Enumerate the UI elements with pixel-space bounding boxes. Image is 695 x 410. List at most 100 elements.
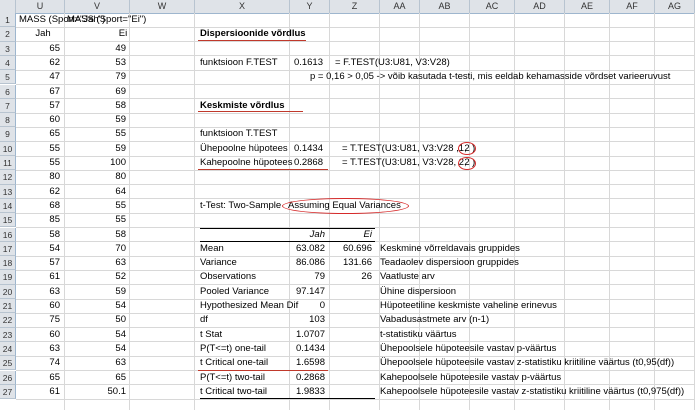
twotail-formula: = T.TEST(U3:U81, V3:V28, 2, bbox=[342, 157, 467, 168]
column-header-af[interactable]: AF bbox=[610, 0, 655, 13]
ei-value: 63 bbox=[115, 257, 126, 269]
ei-value: 52 bbox=[115, 271, 126, 283]
table-row-label: Mean bbox=[200, 242, 224, 254]
jah-value: 57 bbox=[49, 257, 60, 269]
table-row-note: Vaatluste arv bbox=[380, 271, 435, 283]
row-header-24[interactable]: 24 bbox=[0, 341, 16, 357]
jah-value: 75 bbox=[49, 314, 60, 326]
row-header-9[interactable]: 9 bbox=[0, 127, 16, 142]
ei-value: 64 bbox=[115, 185, 126, 197]
table-row-jah: 1.9833 bbox=[295, 385, 325, 397]
ei-value: 69 bbox=[115, 85, 126, 97]
row-header-22[interactable]: 22 bbox=[0, 313, 16, 328]
row-header-4[interactable]: 4 bbox=[0, 55, 16, 71]
table-row-jah: 103 bbox=[309, 314, 325, 326]
ttest-title-ellipse bbox=[282, 197, 409, 215]
row-header-3[interactable]: 3 bbox=[0, 41, 16, 56]
table-row-label: P(T<=t) two-tail bbox=[200, 371, 265, 383]
onetail-formula: = T.TEST(U3:U81, V3:V28 ,1, bbox=[342, 142, 467, 154]
row-header-6[interactable]: 6 bbox=[0, 84, 16, 99]
row-header-13[interactable]: 13 bbox=[0, 184, 16, 199]
row-header-27[interactable]: 27 bbox=[0, 384, 16, 400]
column-header-x[interactable]: X bbox=[195, 0, 290, 13]
jah-value: 62 bbox=[49, 185, 60, 197]
column-header-ad[interactable]: AD bbox=[515, 0, 565, 13]
ttest-label: funktsioon T.TEST bbox=[200, 128, 278, 140]
row-header-25[interactable]: 25 bbox=[0, 356, 16, 371]
column-header-ab[interactable]: AB bbox=[420, 0, 470, 13]
select-all-corner[interactable] bbox=[0, 0, 16, 13]
jah-value: 68 bbox=[49, 199, 60, 211]
table-row-note: Hüpoteetiline keskmiste vaheline erinevu… bbox=[380, 300, 557, 311]
ftest-note: p = 0,16 > 0,05 -> võib kasutada t-testi… bbox=[310, 71, 671, 83]
table-row-ei bbox=[332, 371, 372, 385]
ftest-formula: = F.TEST(U3:U81, V3:V28) bbox=[335, 56, 450, 68]
table-row-jah: 97.147 bbox=[295, 285, 325, 297]
table-row-label: Hypothesized Mean Dif bbox=[200, 300, 299, 311]
row-header-8[interactable]: 8 bbox=[0, 113, 16, 128]
ei-value: 63 bbox=[115, 357, 126, 369]
row-header-26[interactable]: 26 bbox=[0, 370, 16, 385]
table-row-jah: 1.6598 bbox=[295, 357, 325, 369]
ftest-label: funktsioon F.TEST bbox=[200, 56, 278, 68]
spreadsheet-grid[interactable]: U V W X Y Z AA AB AC AD AE AF AG 1 2 3 4 5 6 7 8 9 10 11 12 13 14 1… bbox=[0, 0, 695, 410]
row-header-11[interactable]: 11 bbox=[0, 156, 16, 171]
ei-value: 58 bbox=[115, 228, 126, 240]
table-row-ei: 60.696 bbox=[342, 242, 372, 254]
table-row-jah: 86.086 bbox=[295, 257, 325, 269]
column-header-v[interactable]: V bbox=[65, 0, 130, 13]
column-header-u[interactable]: U bbox=[16, 0, 65, 13]
table-row-ei: 26 bbox=[361, 271, 372, 283]
jah-value: 67 bbox=[49, 85, 60, 97]
means-underline bbox=[198, 111, 303, 113]
jah-header: Jah bbox=[35, 28, 51, 40]
column-header-ac[interactable]: AC bbox=[470, 0, 515, 13]
onetail-value: 0.1434 bbox=[293, 142, 323, 154]
column-header-ae[interactable]: AE bbox=[565, 0, 610, 13]
row-header-2[interactable]: 2 bbox=[0, 27, 16, 42]
table-row-label: t Stat bbox=[200, 328, 223, 340]
column-header-aa[interactable]: AA bbox=[380, 0, 420, 13]
ei-value: 54 bbox=[115, 342, 126, 354]
table-row-note: Teadaolev dispersioon gruppides bbox=[380, 257, 519, 269]
jah-value: 60 bbox=[49, 300, 60, 311]
table-row-note: Keskmine võrreldavais gruppides bbox=[380, 242, 520, 254]
twotail-value: 0.2868 bbox=[293, 157, 323, 168]
row-header-14[interactable]: 14 bbox=[0, 198, 16, 214]
row-header-16[interactable]: 16 bbox=[0, 227, 16, 242]
row-header-7[interactable]: 7 bbox=[0, 98, 16, 114]
table-row-note: Kahepoolsele hüpoteesile vastav z-statis… bbox=[380, 385, 685, 397]
table-row-jah: 79 bbox=[314, 271, 325, 283]
table-bottom-rule bbox=[200, 398, 375, 400]
row-header-19[interactable]: 19 bbox=[0, 270, 16, 285]
row-header-20[interactable]: 20 bbox=[0, 284, 16, 299]
row-header-1[interactable]: 1 bbox=[0, 13, 16, 28]
table-row-note: Ühepoolsele hüpoteesile vastav z-statist… bbox=[380, 357, 675, 369]
pvalue-two-tail-underline bbox=[198, 369, 328, 371]
row-header-10[interactable]: 10 bbox=[0, 141, 16, 156]
table-row-ei bbox=[332, 285, 372, 299]
ei-header: Ei bbox=[118, 28, 128, 40]
table-row-jah: 1.0707 bbox=[295, 328, 325, 340]
jah-value: 47 bbox=[49, 71, 60, 83]
row-header-15[interactable]: 15 bbox=[0, 213, 16, 228]
jah-value: 60 bbox=[49, 114, 60, 126]
ei-value: 50.1 bbox=[107, 385, 127, 397]
row-header-23[interactable]: 23 bbox=[0, 327, 16, 342]
column-header-ag[interactable]: AG bbox=[655, 0, 695, 13]
row-header-18[interactable]: 18 bbox=[0, 256, 16, 271]
column-header-z[interactable]: Z bbox=[330, 0, 380, 13]
dispersion-underline bbox=[198, 39, 306, 41]
table-row-jah: 0.1434 bbox=[295, 342, 325, 354]
column-header-y[interactable]: Y bbox=[290, 0, 330, 13]
grid-vline bbox=[129, 13, 130, 410]
row-header-21[interactable]: 21 bbox=[0, 299, 16, 314]
row-header-12[interactable]: 12 bbox=[0, 170, 16, 185]
jah-value: 85 bbox=[49, 214, 60, 226]
table-col-jah: Jah bbox=[309, 228, 325, 240]
row-header-17[interactable]: 17 bbox=[0, 241, 16, 257]
column-header-w[interactable]: W bbox=[130, 0, 195, 13]
row-header-5[interactable]: 5 bbox=[0, 70, 16, 85]
table-row-label: df bbox=[200, 314, 208, 326]
ei-value: 59 bbox=[115, 142, 126, 154]
